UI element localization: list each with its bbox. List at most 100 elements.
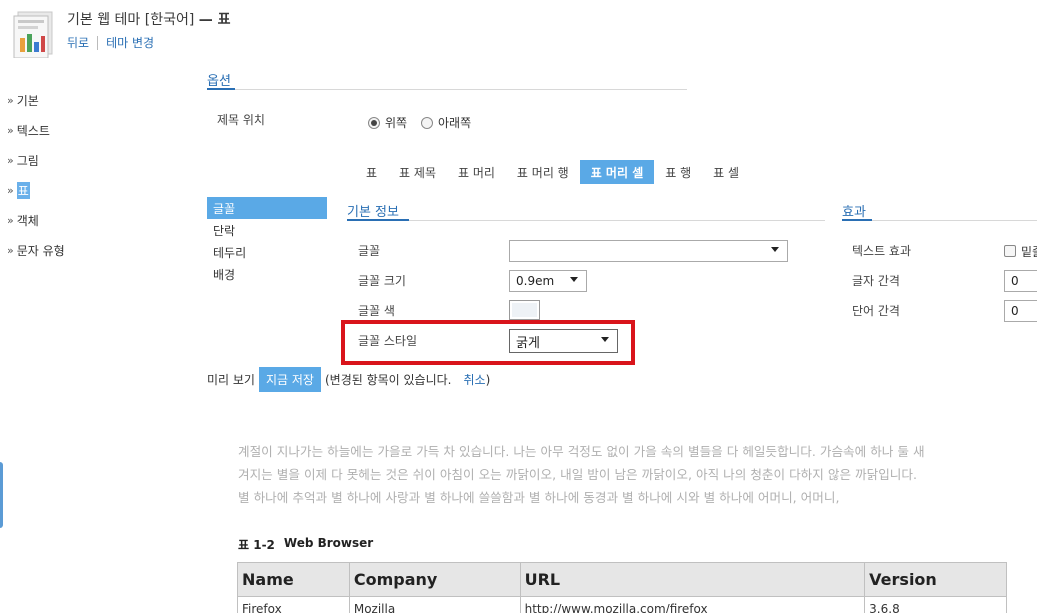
subnav-item-font[interactable]: 글꼴 [207,197,327,219]
radio-dot-checked [368,116,380,129]
tab-table[interactable]: 표 [355,160,388,184]
header-links: 뒤로 테마 변경 [67,34,154,51]
underline-checkbox-label: 밑줄 [1021,245,1037,259]
font-label: 글꼴 [358,244,381,258]
subnav-item-border[interactable]: 테두리 [207,241,327,263]
letter-spacing-value: 0 [1011,274,1019,288]
font-style-select[interactable]: 굵게 [509,329,618,353]
chevron-right-icon: » [7,243,14,257]
sidebar-item-object[interactable]: » 객체 [7,205,65,235]
basic-info-section-underline [347,219,409,221]
sidebar-item-label: 객체 [16,213,39,228]
sidebar-item-label: 텍스트 [16,123,50,138]
table-header-cell: URL [519,562,866,597]
table-header-row: Name Company URL Version [237,562,1007,597]
radio-title-top-label: 위쪽 [385,116,408,130]
close-paren: ) [485,372,491,387]
tab-table-head-cell[interactable]: 표 머리 셀 [579,160,655,184]
effects-section-title: 효과 [842,205,866,220]
font-color-label: 글꼴 색 [358,304,395,318]
theme-app-icon [12,10,56,59]
sidebar-item-char-type[interactable]: » 문자 유형 [7,235,65,265]
preview-label: 미리 보기 [207,373,255,387]
table-header-cell: Version [864,562,1007,597]
chevron-down-icon [570,277,578,282]
sample-paragraph: 계절이 지나가는 하늘에는 가을로 가득 차 있습니다. 나는 아무 걱정도 없… [238,440,1010,509]
property-subnav: 글꼴 단락 테두리 배경 [207,197,327,285]
radio-title-bottom[interactable]: 아래쪽 [421,114,471,131]
font-select[interactable] [509,240,788,262]
underline-checkbox[interactable] [1004,245,1016,257]
chevron-right-icon: » [7,183,14,197]
options-section-title: 옵션 [207,74,231,89]
page-title: 기본 웹 테마 [한국어] — 표 [67,9,231,29]
options-section-rule [235,89,687,90]
sidebar-item-image[interactable]: » 그림 [7,145,65,175]
chevron-right-icon: » [7,123,14,137]
table-cell: Mozilla [348,596,521,613]
basic-info-section-title: 기본 정보 [347,205,399,220]
text-effect-label: 텍스트 효과 [852,244,912,258]
radio-title-bottom-label: 아래쪽 [438,116,472,130]
link-separator [97,35,99,50]
table-header-cell: Name [237,562,350,597]
basic-info-section-rule [409,220,825,221]
subnav-item-background[interactable]: 배경 [207,263,327,285]
font-style-label: 글꼴 스타일 [358,334,418,348]
cancel-link[interactable]: 취소 [464,371,486,388]
back-link[interactable]: 뒤로 [67,34,89,51]
sidebar-item-label: 그림 [16,153,39,168]
font-size-select-value: 0.9em [516,274,555,288]
tab-table-row[interactable]: 표 행 [654,160,702,184]
chevron-right-icon: » [7,213,14,227]
effects-section-underline [842,219,872,221]
changed-notice: (변경된 항목이 있습니다. [324,373,452,387]
title-position-label: 제목 위치 [217,113,265,127]
table-header-cell: Company [348,562,521,597]
sidebar-nav: » 기본 » 텍스트 » 그림 » 표 » 객체 » 문자 유형 [7,85,65,265]
subnav-item-paragraph[interactable]: 단락 [207,219,327,241]
word-spacing-input[interactable]: 0 [1004,300,1037,322]
effects-section-rule [872,220,1037,221]
chevron-down-icon [771,247,779,252]
sidebar-item-label: 표 [16,181,30,199]
options-section-underline [207,88,235,90]
tab-table-head[interactable]: 표 머리 [447,160,506,184]
sidebar-item-text[interactable]: » 텍스트 [7,115,65,145]
table-row: Firefox Mozilla http://www.mozilla.com/f… [237,596,1007,613]
sidebar-item-label: 문자 유형 [16,243,65,258]
left-edge-scroll-handle[interactable] [0,462,3,528]
table-caption-title: Web Browser [283,536,374,550]
letter-spacing-input[interactable]: 0 [1004,270,1037,292]
letter-spacing-label: 글자 간격 [852,274,900,288]
sample-paragraph-line: 계절이 지나가는 하늘에는 가을로 가득 차 있습니다. 나는 아무 걱정도 없… [238,444,925,459]
table-cell: Firefox [237,596,350,613]
sidebar-item-table[interactable]: » 표 [7,175,65,205]
sample-paragraph-line: 겨지는 별을 이제 다 못헤는 것은 쉬이 아침이 오는 까닭이오, 내일 밤이… [238,467,917,482]
sample-paragraph-line: 별 하나에 추억과 별 하나에 사랑과 별 하나에 쓸쓸함과 별 하나에 동경과… [238,490,840,505]
chevron-down-icon [601,337,609,342]
radio-title-top[interactable]: 위쪽 [368,114,407,131]
sidebar-item-basic[interactable]: » 기본 [7,85,65,115]
page-title-suffix: — 표 [198,12,231,28]
table-cell: http://www.mozilla.com/firefox [519,596,866,613]
sample-table: Name Company URL Version Firefox Mozilla… [237,562,1007,613]
font-style-select-value: 굵게 [516,335,540,351]
element-tabs: 표 표 제목 표 머리 표 머리 행 표 머리 셀 표 행 표 셀 [355,160,750,184]
preview-bar: 미리 보기 지금 저장 (변경된 항목이 있습니다. 취소 ) [207,367,490,392]
change-theme-link[interactable]: 테마 변경 [106,34,154,51]
sample-table-caption: 표 1-2 Web Browser [238,536,373,553]
sidebar-item-label: 기본 [16,93,39,108]
radio-dot-unchecked [421,116,433,129]
save-now-button[interactable]: 지금 저장 [258,367,321,392]
font-size-label: 글꼴 크기 [358,274,406,288]
font-size-select[interactable]: 0.9em [509,270,587,292]
font-color-picker[interactable] [509,300,540,320]
chevron-right-icon: » [7,93,14,107]
word-spacing-value: 0 [1011,304,1019,318]
tab-table-head-row[interactable]: 표 머리 행 [506,160,580,184]
table-cell: 3.6.8 [864,596,1007,613]
tab-table-cell[interactable]: 표 셀 [702,160,750,184]
page-title-text: 기본 웹 테마 [한국어] [67,12,195,28]
tab-table-title[interactable]: 표 제목 [388,160,447,184]
